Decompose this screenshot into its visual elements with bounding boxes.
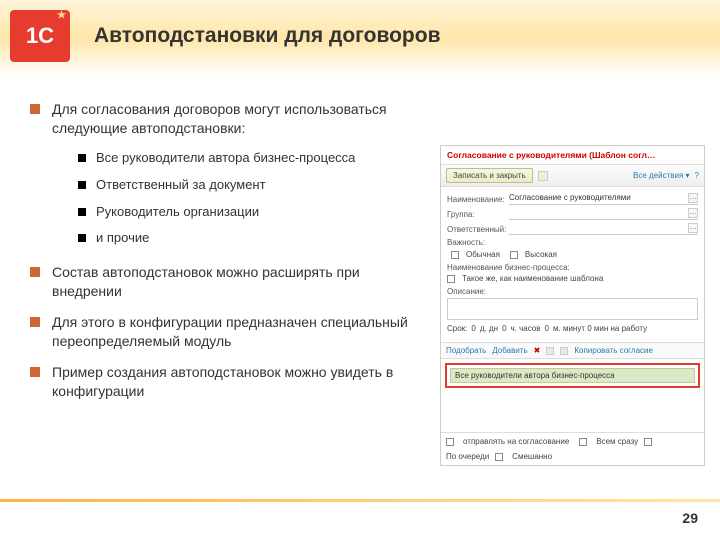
deadline-hours: 0 <box>502 324 506 333</box>
name-field[interactable]: Согласование с руководителями… <box>509 193 698 205</box>
move-down-icon[interactable] <box>560 347 568 355</box>
bullet-text: Для согласования договоров могут использ… <box>52 100 420 138</box>
sub-bullet-item: и прочие <box>78 230 420 247</box>
app-toolbar: Записать и закрыть Все действия ▾ ? <box>441 164 704 187</box>
list-toolbar: Подобрать Добавить ✖ Копировать согласие <box>441 342 704 359</box>
bullet-text: Для этого в конфигурации предназначен сп… <box>52 313 420 351</box>
highlighted-row[interactable]: Все руководители автора бизнес-процесса <box>450 368 695 383</box>
logo-star-icon: ★ <box>57 10 66 21</box>
deadline-days: 0 <box>471 324 475 333</box>
footer-check[interactable] <box>446 438 454 446</box>
sub-bullet-item: Ответственный за документ <box>78 177 420 194</box>
opt-high: Высокая <box>525 250 557 259</box>
bullet-item: Состав автоподстановок можно расширять п… <box>30 263 420 301</box>
picker-icon[interactable]: … <box>688 208 698 218</box>
add-button[interactable]: Добавить <box>492 346 527 355</box>
sub-bullet-item: Все руководители автора бизнес-процесса <box>78 150 420 167</box>
footer-radio-2[interactable] <box>644 438 652 446</box>
bullet-marker-icon <box>30 104 40 114</box>
description-textarea[interactable] <box>447 298 698 320</box>
footer-opt1: Всем сразу <box>596 437 638 446</box>
label-group: Группа: <box>447 210 505 219</box>
picker-icon[interactable]: … <box>688 223 698 233</box>
label-name: Наименование: <box>447 195 505 204</box>
logo-text: 1C <box>26 23 54 49</box>
save-close-button[interactable]: Записать и закрыть <box>446 168 533 183</box>
deadline-min: 0 <box>545 324 549 333</box>
deadline-hours-lbl: ч. часов <box>511 324 541 333</box>
bullet-marker-icon <box>30 367 40 377</box>
bullet-item: Для согласования договоров могут использ… <box>30 100 420 138</box>
app-body: Наименование: Согласование с руководител… <box>441 187 704 342</box>
footer-check-label: отправлять на согласование <box>463 437 569 446</box>
label-responsible: Ответственный: <box>447 225 505 234</box>
sub-bullet-text: и прочие <box>96 230 420 247</box>
footer-accent-line <box>0 499 720 502</box>
bullet-item: Для этого в конфигурации предназначен сп… <box>30 313 420 351</box>
responsible-field[interactable]: … <box>509 223 698 235</box>
save-icon[interactable] <box>538 171 548 181</box>
footer-opt3: Смешанно <box>512 452 552 461</box>
deadline-label: Срок: <box>447 324 467 333</box>
page-number: 29 <box>682 510 698 526</box>
slide-title: Автоподстановки для договоров <box>94 24 440 48</box>
bullet-marker-icon <box>30 317 40 327</box>
delete-button[interactable]: ✖ <box>534 346 541 355</box>
label-proc-name: Наименование бизнес-процесса: <box>447 263 698 272</box>
sub-bullet-list: Все руководители автора бизнес-процесса … <box>78 150 420 248</box>
all-actions-link[interactable]: Все действия ▾ <box>633 171 690 180</box>
sub-bullet-text: Все руководители автора бизнес-процесса <box>96 150 420 167</box>
footer-radio-1[interactable] <box>579 438 587 446</box>
picker-icon[interactable]: … <box>688 193 698 203</box>
radio-normal[interactable] <box>451 251 459 259</box>
same-name-check[interactable] <box>447 275 455 283</box>
footer-opt2: По очереди <box>446 452 489 461</box>
app-window: Согласование с руководителями (Шаблон со… <box>440 145 705 466</box>
bullet-text: Состав автоподстановок можно расширять п… <box>52 263 420 301</box>
copy-button[interactable]: Копировать согласие <box>574 346 653 355</box>
label-due: Важность: <box>447 238 505 247</box>
highlighted-block: Все руководители автора бизнес-процесса <box>445 363 700 388</box>
slide-content: Для согласования договоров могут использ… <box>30 100 420 413</box>
bullet-item: Пример создания автоподстановок можно ув… <box>30 363 420 401</box>
opt-normal: Обычная <box>466 250 500 259</box>
logo-1c: 1C ★ <box>10 10 70 62</box>
same-name-label: Такое же, как наименование шаблона <box>462 274 603 283</box>
app-footer: отправлять на согласование Всем сразу По… <box>441 432 704 465</box>
move-up-icon[interactable] <box>546 347 554 355</box>
app-window-title: Согласование с руководителями (Шаблон со… <box>441 146 704 164</box>
sub-bullet-marker-icon <box>78 234 86 242</box>
deadline-days-lbl: д. дн <box>480 324 498 333</box>
sub-bullet-item: Руководитель организации <box>78 204 420 221</box>
sub-bullet-text: Ответственный за документ <box>96 177 420 194</box>
sub-bullet-marker-icon <box>78 181 86 189</box>
sub-bullet-marker-icon <box>78 208 86 216</box>
bullet-marker-icon <box>30 267 40 277</box>
select-button[interactable]: Подобрать <box>446 346 486 355</box>
footer-radio-3[interactable] <box>495 453 503 461</box>
help-icon[interactable]: ? <box>695 171 699 180</box>
radio-high[interactable] <box>510 251 518 259</box>
sub-bullet-text: Руководитель организации <box>96 204 420 221</box>
label-description: Описание: <box>447 287 698 296</box>
bullet-text: Пример создания автоподстановок можно ув… <box>52 363 420 401</box>
deadline-min-lbl: м. минут 0 мин на работу <box>553 324 647 333</box>
group-field[interactable]: … <box>509 208 698 220</box>
sub-bullet-marker-icon <box>78 154 86 162</box>
